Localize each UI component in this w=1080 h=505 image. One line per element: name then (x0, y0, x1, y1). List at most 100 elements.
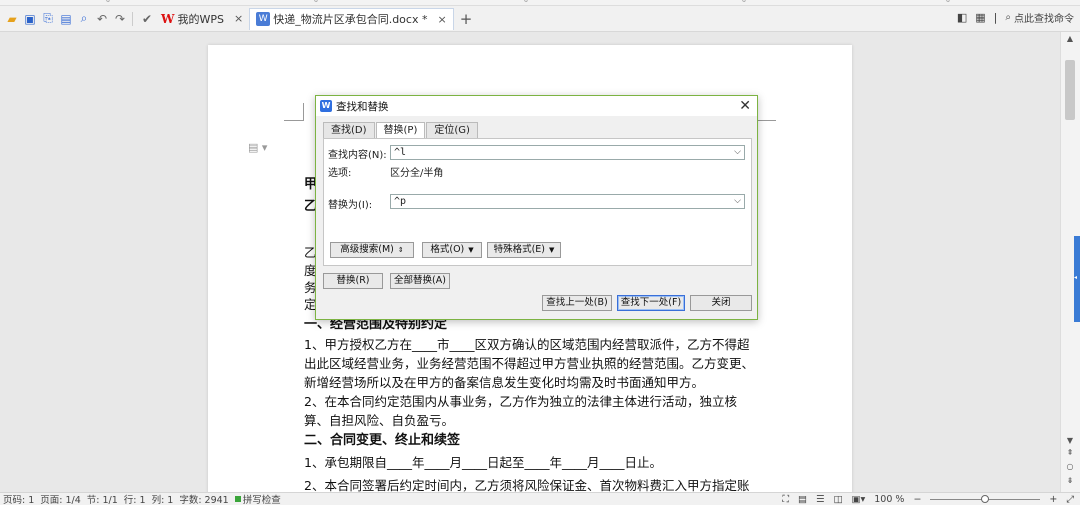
find-command-label: 点此查找命令 (1014, 14, 1074, 25)
document-icon: W (256, 12, 271, 26)
side-panel-toggle[interactable]: ◂ (1074, 236, 1080, 322)
section-indicator[interactable]: 节: 1/1 (84, 492, 121, 505)
tab-goto[interactable]: 定位(G) (426, 122, 478, 138)
separator (132, 11, 133, 26)
page-code[interactable]: 页码: 1 (0, 492, 37, 505)
outline-view-icon[interactable]: ☰ (816, 494, 825, 505)
find-replace-dialog: W 查找和替换 ✕ 查找(D) 替换(P) 定位(G) 查找内容(N): ^l … (315, 95, 758, 320)
find-previous-button[interactable]: 查找上一处(B) (542, 295, 612, 311)
customize-toolbar-icon[interactable]: ✔ (139, 11, 155, 27)
replace-input[interactable]: ^p ⌵ (390, 194, 745, 209)
find-value: ^l (394, 147, 407, 158)
options-value: 区分全/半角 (390, 168, 444, 179)
wps-logo-icon: W (161, 11, 175, 26)
page-corner-mark (284, 103, 304, 121)
spell-check-icon (234, 496, 241, 502)
advanced-search-button[interactable]: 高级搜索(M) ⇕ (330, 242, 414, 258)
find-command-button[interactable]: ⌕ 点此查找命令 (1005, 10, 1074, 25)
scroll-thumb[interactable] (1065, 60, 1075, 120)
replace-label: 替换为(I): (328, 200, 373, 211)
dialog-title: 查找和替换 (336, 100, 389, 113)
new-tab-button[interactable]: + (460, 10, 473, 28)
ruler-mark: 6 (742, 0, 746, 4)
tab-my-wps[interactable]: W 我的WPS × (155, 8, 249, 30)
tab-replace[interactable]: 替换(P) (375, 122, 426, 139)
right-toolbar: ◧ ▦ | ⌕ 点此查找命令 (957, 10, 1074, 25)
tab-bar: ▰ ▣ ⎘ ▤ ⌕ ↶ ↷ ✔ W 我的WPS × W 快递_物流片区承包合同.… (0, 6, 1080, 32)
tab-label: 我的WPS (177, 12, 224, 26)
paragraph: 2、本合同签署后约定时间内，乙方须将风险保证金、首次物料费汇入甲方指定账 (304, 478, 750, 492)
zoom-out-button[interactable]: − (913, 494, 921, 505)
divider: | (993, 11, 998, 24)
find-input[interactable]: ^l ⌵ (390, 145, 745, 160)
chevron-down-icon[interactable]: ⌵ (734, 146, 741, 159)
redo-icon[interactable]: ↷ (112, 11, 128, 27)
replace-all-button[interactable]: 全部替换(A) (390, 273, 450, 289)
share-icon[interactable]: ◧ (957, 11, 967, 24)
expand-icon: ⇕ (397, 246, 404, 254)
close-button[interactable]: 关闭 (690, 295, 752, 311)
dialog-title-bar[interactable]: W 查找和替换 ✕ (316, 96, 757, 116)
status-right: ⛶ ▤ ☰ ◫ ▣▾ 100 % − + ⤢ (782, 493, 1074, 505)
chevron-down-icon: ▼ (549, 246, 555, 254)
page-indicator[interactable]: 页面: 1/4 (37, 492, 84, 505)
paragraph: 1、承包期限自____年____月____日起至____年____月____日止… (304, 455, 662, 470)
chevron-down-icon[interactable]: ⌵ (734, 195, 741, 208)
replace-value: ^p (394, 196, 407, 207)
dialog-tabs: 查找(D) 替换(P) 定位(G) (323, 122, 479, 139)
spell-check-toggle[interactable]: 拼写检查 (232, 492, 284, 505)
open-folder-icon[interactable]: ▰ (4, 11, 20, 27)
reading-view-icon[interactable]: ▣▾ (852, 494, 866, 505)
paragraph: 1、甲方授权乙方在____市____区双方确认的区域范围内经营取派件，乙方不得超… (304, 337, 755, 390)
focus-mode-icon[interactable]: ⛶ (782, 494, 789, 505)
advanced-search-label: 高级搜索(M) (340, 244, 394, 255)
options-label: 选项: (328, 168, 352, 179)
line-indicator[interactable]: 行: 1 (121, 492, 149, 505)
ruler-mark: 6 (106, 0, 110, 4)
window-mode-icon[interactable]: ▦ (975, 11, 985, 24)
spell-check-label: 拼写检查 (242, 495, 281, 505)
search-icon: ⌕ (1005, 12, 1011, 23)
chevron-down-icon: ▼ (468, 246, 474, 254)
page-corner-mark (756, 103, 776, 121)
section-heading: 二、合同变更、终止和续签 (304, 433, 461, 448)
close-icon[interactable]: ✕ (739, 98, 751, 114)
zoom-level[interactable]: 100 % (874, 494, 904, 505)
close-tab-icon[interactable]: × (234, 12, 243, 25)
print-icon[interactable]: ▤ (58, 11, 74, 27)
special-format-button[interactable]: 特殊格式(E) ▼ (487, 242, 561, 258)
fit-window-icon[interactable]: ⤢ (1066, 494, 1074, 505)
format-label: 格式(O) (430, 244, 465, 255)
scroll-up-icon[interactable]: ▲ (1061, 34, 1079, 43)
previous-page-icon[interactable]: ⇞ (1061, 448, 1079, 457)
page-view-icon[interactable]: ▤ (798, 494, 807, 505)
ruler-mark: 6 (314, 0, 318, 4)
tab-find[interactable]: 查找(D) (323, 122, 375, 138)
find-next-button[interactable]: 查找下一处(F) (617, 295, 685, 311)
word-count[interactable]: 字数: 2941 (176, 492, 231, 505)
save-icon[interactable]: ▣ (22, 11, 38, 27)
select-browse-object-icon[interactable]: ○ (1061, 462, 1079, 471)
undo-icon[interactable]: ↶ (94, 11, 110, 27)
close-tab-icon[interactable]: × (437, 13, 446, 26)
column-indicator[interactable]: 列: 1 (149, 492, 177, 505)
replace-button[interactable]: 替换(R) (323, 273, 383, 289)
format-button[interactable]: 格式(O) ▼ (422, 242, 482, 258)
special-format-label: 特殊格式(E) (493, 244, 546, 255)
print-preview-icon[interactable]: ⌕ (76, 11, 92, 27)
paragraph-layout-icon[interactable]: ▤ ▾ (248, 141, 267, 154)
export-pdf-icon[interactable]: ⎘ (40, 11, 56, 27)
expand-icon: ◂ (1074, 274, 1078, 281)
zoom-slider[interactable] (930, 494, 1041, 503)
ruler-mark: 6 (946, 0, 950, 4)
scroll-down-icon[interactable]: ▼ (1061, 436, 1079, 445)
tab-document[interactable]: W 快递_物流片区承包合同.docx * × (249, 7, 454, 30)
ruler-mark: 6 (524, 0, 528, 4)
next-page-icon[interactable]: ⇟ (1061, 476, 1079, 485)
zoom-in-button[interactable]: + (1049, 494, 1057, 505)
paragraph: 2、在本合同约定范围内从事业务，乙方作为独立的法律主体进行活动，独立核算、自担风… (304, 394, 737, 428)
find-label: 查找内容(N): (328, 150, 387, 161)
web-view-icon[interactable]: ◫ (834, 494, 843, 505)
tab-label: 快递_物流片区承包合同.docx * (273, 13, 428, 26)
zoom-slider-knob[interactable] (981, 494, 990, 503)
